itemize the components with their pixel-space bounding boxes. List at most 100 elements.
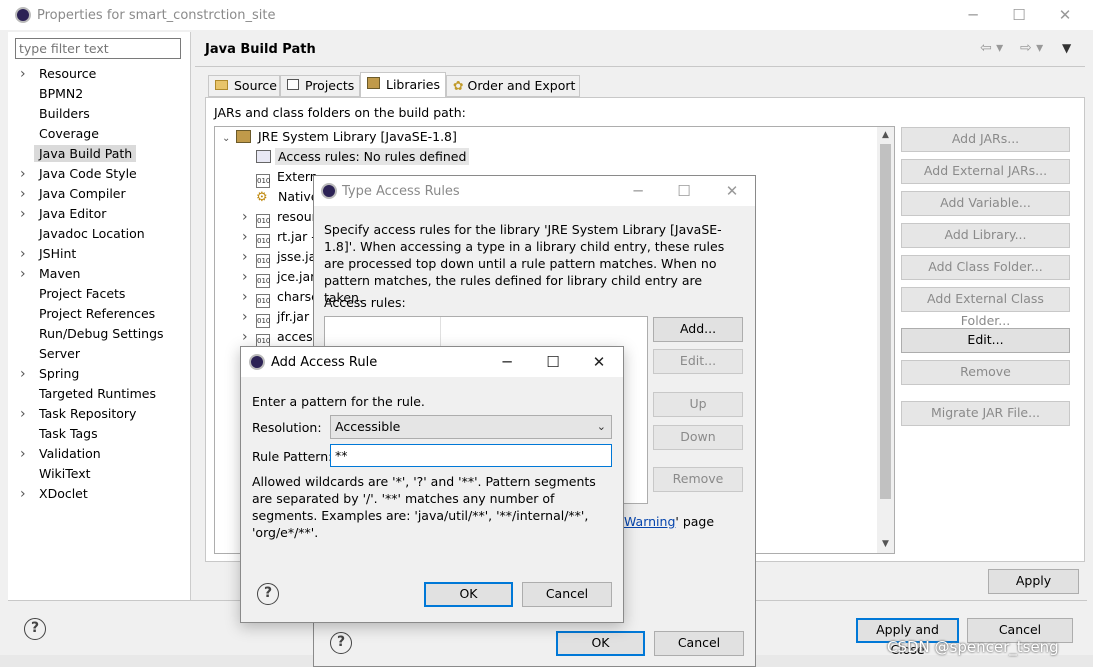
chevron-right-icon[interactable]: ›	[20, 164, 34, 184]
chevron-right-icon[interactable]: ›	[20, 364, 34, 384]
nav-item[interactable]: Task Tags	[20, 424, 102, 444]
nav-item[interactable]: › Task Repository	[20, 404, 140, 424]
nav-item[interactable]: Javadoc Location	[20, 224, 149, 244]
tar-add-button[interactable]: Add...	[653, 317, 743, 342]
chevron-right-icon[interactable]: ›	[20, 444, 34, 464]
nav-item[interactable]: Server	[20, 344, 84, 364]
tar-ok-button[interactable]: OK	[556, 631, 645, 656]
tree-item[interactable]: › 010 jsse.ja	[242, 247, 319, 268]
add-library-button[interactable]: Add Library...	[901, 223, 1070, 248]
migrate-jar-button[interactable]: Migrate JAR File...	[901, 401, 1070, 426]
resolution-select[interactable]: Accessible ⌄	[330, 415, 612, 439]
nav-item[interactable]: WikiText	[20, 464, 95, 484]
tab-projects[interactable]: Projects	[280, 75, 360, 97]
scroll-up-icon[interactable]: ▲	[877, 127, 894, 144]
chevron-right-icon[interactable]: ›	[242, 287, 256, 307]
tree-item[interactable]: › 010 access	[242, 327, 322, 348]
aar-close-icon[interactable]: ✕	[577, 347, 621, 377]
nav-item[interactable]: Targeted Runtimes	[20, 384, 160, 404]
tar-down-button[interactable]: Down	[653, 425, 743, 450]
nav-item[interactable]: › Java Code Style	[20, 164, 141, 184]
add-variable-button[interactable]: Add Variable...	[901, 191, 1070, 216]
aar-help-icon[interactable]: ?	[257, 583, 279, 605]
rule-pattern-input[interactable]	[330, 444, 612, 467]
tree-item[interactable]: 010 Extern	[242, 167, 321, 188]
aar-cancel-button[interactable]: Cancel	[522, 582, 612, 607]
minimize-icon[interactable]: ─	[950, 0, 996, 30]
chevron-right-icon[interactable]: ›	[20, 484, 34, 504]
nav-item[interactable]: › Spring	[20, 364, 83, 384]
chevron-right-icon[interactable]: ›	[20, 64, 34, 84]
chevron-right-icon[interactable]: ›	[242, 267, 256, 287]
chevron-right-icon[interactable]: ›	[242, 247, 256, 267]
add-class-folder-button[interactable]: Add Class Folder...	[901, 255, 1070, 280]
tree-item[interactable]: ⌄ JRE System Library [JavaSE-1.8]	[222, 127, 460, 147]
add-jars-button[interactable]: Add JARs...	[901, 127, 1070, 152]
chevron-right-icon[interactable]: ›	[242, 227, 256, 247]
chevron-right-icon[interactable]: ›	[20, 264, 34, 284]
edit-button[interactable]: Edit...	[901, 328, 1070, 353]
nav-item-label: JSHint	[39, 246, 77, 261]
tar-minimize-icon[interactable]: ─	[616, 176, 660, 206]
nav-item[interactable]: BPMN2	[20, 84, 87, 104]
back-nav-icon[interactable]: ⇦ ▾	[980, 40, 1003, 56]
chevron-down-icon[interactable]: ⌄	[222, 129, 236, 149]
apply-button[interactable]: Apply	[988, 569, 1079, 594]
nav-item[interactable]: Builders	[20, 104, 94, 124]
chevron-right-icon[interactable]: ›	[242, 327, 256, 347]
tree-scrollbar[interactable]: ▲ ▼	[877, 127, 894, 553]
nav-item[interactable]: Coverage	[20, 124, 103, 144]
chevron-right-icon[interactable]: ›	[242, 207, 256, 227]
aar-minimize-icon[interactable]: ─	[485, 347, 529, 377]
scroll-down-icon[interactable]: ▼	[877, 536, 894, 553]
view-menu-icon[interactable]: ▼	[1062, 41, 1071, 55]
close-icon[interactable]: ✕	[1042, 0, 1088, 30]
chevron-right-icon[interactable]: ›	[242, 307, 256, 327]
tab-libraries[interactable]: Libraries	[360, 72, 446, 98]
nav-item[interactable]: › XDoclet	[20, 484, 92, 504]
nav-item[interactable]: › JSHint	[20, 244, 80, 264]
tar-close-icon[interactable]: ✕	[710, 176, 754, 206]
tree-item[interactable]: ⚙ Native	[242, 187, 321, 207]
nav-item-label: Maven	[39, 266, 81, 281]
nav-item[interactable]: › Maven	[20, 264, 84, 284]
aar-ok-button[interactable]: OK	[424, 582, 513, 607]
tar-up-button[interactable]: Up	[653, 392, 743, 417]
warning-link[interactable]: Warning	[624, 514, 675, 529]
nav-item[interactable]: Run/Debug Settings	[20, 324, 168, 344]
remove-button[interactable]: Remove	[901, 360, 1070, 385]
tab-order-export[interactable]: ✿ Order and Export	[446, 75, 580, 97]
nav-item[interactable]: › Java Compiler	[20, 184, 130, 204]
chevron-right-icon[interactable]: ›	[20, 204, 34, 224]
main-help-icon[interactable]: ?	[24, 618, 46, 640]
nav-item[interactable]: Project Facets	[20, 284, 129, 304]
tree-item[interactable]: › 010 rt.jar -	[242, 227, 319, 248]
tar-edit-button[interactable]: Edit...	[653, 349, 743, 374]
tree-item[interactable]: Access rules: No rules defined	[242, 147, 470, 167]
tar-remove-button[interactable]: Remove	[653, 467, 743, 492]
nav-item[interactable]: › Java Editor	[20, 204, 110, 224]
tar-cancel-button[interactable]: Cancel	[654, 631, 744, 656]
page-suffix: ' page	[675, 514, 715, 529]
tree-item[interactable]: › 010 resour	[242, 207, 320, 228]
tree-item[interactable]: › 010 jfr.jar	[242, 307, 312, 328]
add-external-jars-button[interactable]: Add External JARs...	[901, 159, 1070, 184]
filter-input[interactable]	[15, 38, 181, 59]
scroll-thumb[interactable]	[880, 144, 891, 499]
nav-item[interactable]: › Resource	[20, 64, 100, 84]
chevron-right-icon[interactable]: ›	[20, 244, 34, 264]
chevron-right-icon[interactable]: ›	[20, 404, 34, 424]
tree-item[interactable]: › 010 jce.jar	[242, 267, 318, 288]
tree-item[interactable]: › 010 charse	[242, 287, 322, 308]
nav-item[interactable]: Project References	[20, 304, 159, 324]
add-external-class-folder-button[interactable]: Add External Class Folder...	[901, 287, 1070, 328]
aar-maximize-icon[interactable]: ☐	[531, 347, 575, 377]
maximize-icon[interactable]: ☐	[996, 0, 1042, 30]
nav-item[interactable]: Java Build Path	[20, 144, 137, 164]
chevron-right-icon[interactable]: ›	[20, 184, 34, 204]
tar-help-icon[interactable]: ?	[330, 632, 352, 654]
tar-maximize-icon[interactable]: ☐	[662, 176, 706, 206]
nav-item[interactable]: › Validation	[20, 444, 105, 464]
forward-nav-icon[interactable]: ⇨ ▾	[1020, 40, 1043, 56]
tab-source[interactable]: Source	[208, 75, 280, 97]
